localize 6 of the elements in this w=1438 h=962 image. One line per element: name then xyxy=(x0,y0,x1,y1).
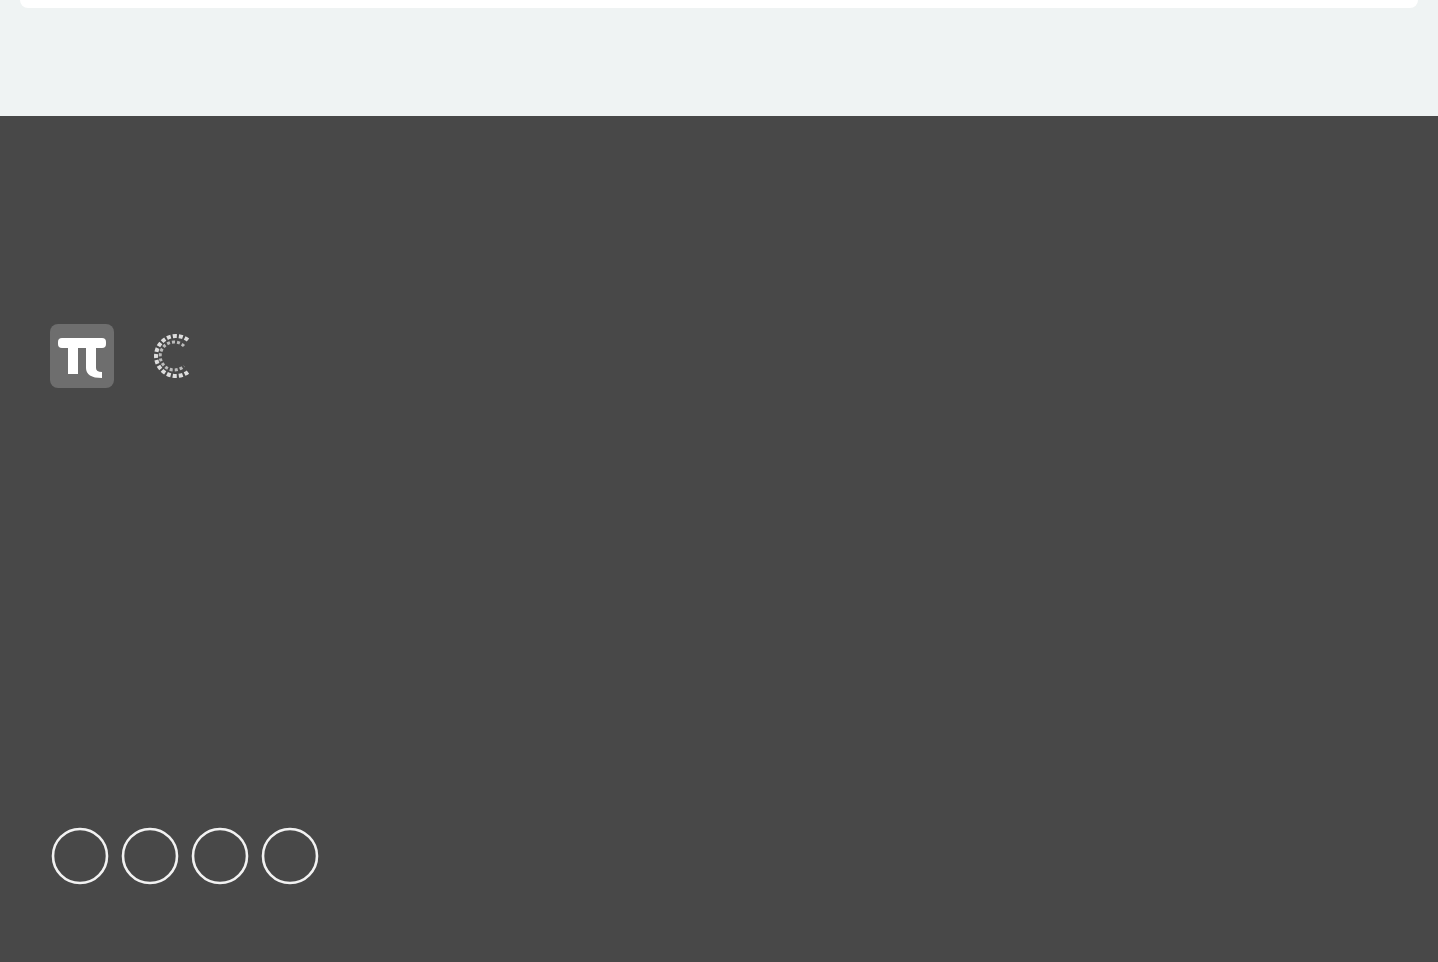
social-circle-icon[interactable] xyxy=(260,826,320,886)
social-circle-icon[interactable] xyxy=(190,826,250,886)
social-circle-icon[interactable] xyxy=(50,826,110,886)
pi-logo-icon[interactable] xyxy=(50,324,114,388)
c-logo-icon[interactable] xyxy=(150,328,194,384)
social-circle-icon[interactable] xyxy=(120,826,180,886)
